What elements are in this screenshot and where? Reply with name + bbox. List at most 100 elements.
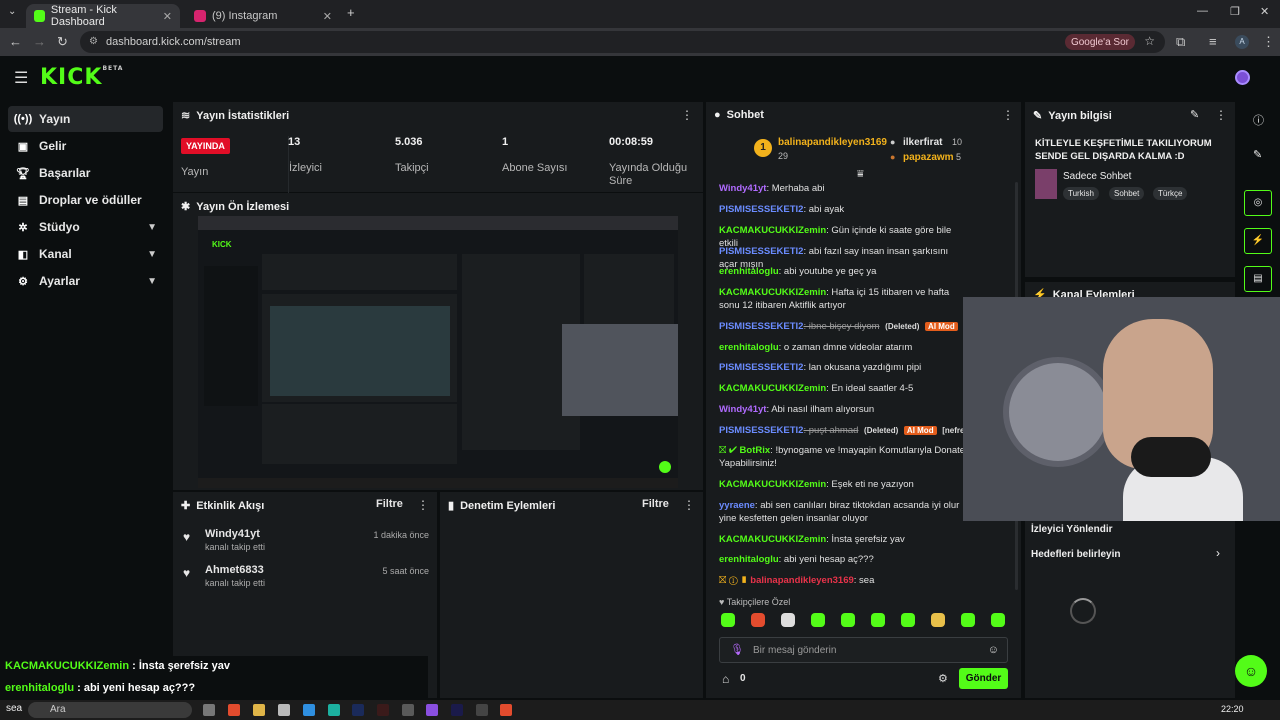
outlook-taskbar-icon[interactable]	[303, 704, 315, 716]
explorer-taskbar-icon[interactable]	[253, 704, 265, 716]
edge-taskbar-icon[interactable]	[328, 704, 340, 716]
chat-username[interactable]: KACMAKUCUKKIZemin	[719, 225, 826, 236]
reload-icon[interactable]: ↻	[57, 34, 68, 50]
sidebar-item-kanal[interactable]: ◧ Kanal ▼	[8, 241, 163, 267]
chat-username[interactable]: BotRix	[740, 445, 771, 456]
stream-info-more-icon[interactable]: ⋮	[1215, 108, 1227, 122]
chat-username[interactable]: KACMAKUCUKKIZemin	[719, 383, 826, 394]
premiere-taskbar-icon[interactable]	[451, 704, 463, 716]
chrome2-taskbar-icon[interactable]	[500, 704, 512, 716]
browser-menu-icon[interactable]: ⋮	[1262, 34, 1275, 50]
chat-username[interactable]: KACMAKUCUKKIZemin	[719, 287, 826, 298]
moderation-more-icon[interactable]: ⋮	[683, 498, 695, 512]
chat-username[interactable]: erenhitaloglu	[719, 342, 779, 353]
tab-search-icon[interactable]: ⌄	[8, 6, 16, 17]
tab-kick-dashboard[interactable]: Stream - Kick Dashboard ✕	[26, 4, 180, 28]
filter-button[interactable]: Filtre	[376, 498, 403, 510]
app2-taskbar-icon[interactable]	[426, 704, 438, 716]
profile-avatar[interactable]: A	[1235, 35, 1249, 49]
forward-icon[interactable]: →	[33, 34, 46, 49]
obs-taskbar-icon[interactable]	[476, 704, 488, 716]
tag-chip[interactable]: Türkçe	[1153, 187, 1188, 200]
emote-icon[interactable]	[841, 613, 855, 627]
app-taskbar-icon[interactable]	[402, 704, 414, 716]
chat-input[interactable]: 🎙︎ Bir mesaj gönderin ☺	[719, 637, 1008, 663]
chat-username[interactable]: PISMISESSEKETI2	[719, 204, 803, 215]
user-avatar[interactable]	[1235, 70, 1250, 85]
chat-username[interactable]: Windy41yt	[719, 404, 766, 415]
chat-username[interactable]: PISMISESSEKETI2	[719, 362, 803, 373]
photoshop-taskbar-icon[interactable]	[352, 704, 364, 716]
chat-username[interactable]: erenhitaloglu	[719, 554, 779, 565]
chat-username[interactable]: PISMISESSEKETI2	[719, 321, 803, 332]
sidebar-item-droplar[interactable]: ▤ Droplar ve ödüller	[8, 187, 163, 213]
notes-button[interactable]: ▤	[1244, 266, 1272, 292]
url-field[interactable]: ⚙ dashboard.kick.com/stream Google'a Sor…	[80, 31, 1165, 53]
chat-username[interactable]: balinapandikleyen3169	[750, 575, 854, 586]
bookmark-star-icon[interactable]: ☆	[1144, 34, 1155, 48]
back-icon[interactable]: ←	[9, 34, 22, 49]
raid-action[interactable]: İzleyici Yönlendir	[1031, 524, 1113, 535]
camera-button[interactable]: ◎	[1244, 190, 1272, 216]
emote-icon[interactable]	[901, 613, 915, 627]
sidebar-item-ayarlar[interactable]: ⚙ Ayarlar ▼	[8, 268, 163, 294]
tag-chip[interactable]: Turkish	[1063, 187, 1099, 200]
chat-username[interactable]: KACMAKUCUKKIZemin	[719, 479, 826, 490]
set-goals-action[interactable]: Hedefleri belirleyin	[1031, 549, 1120, 560]
reading-list-icon[interactable]: ≡	[1209, 34, 1217, 49]
emote-icon[interactable]	[721, 613, 735, 627]
task-view-icon[interactable]	[203, 704, 215, 716]
emote-icon[interactable]	[961, 613, 975, 627]
emote-icon[interactable]	[811, 613, 825, 627]
category-name[interactable]: Sadece Sohbet	[1063, 171, 1131, 182]
chrome-taskbar-icon[interactable]	[228, 704, 240, 716]
event-user[interactable]: Ahmet6833	[205, 564, 264, 576]
sidebar-item-studyo[interactable]: ✲ Stüdyo ▼	[8, 214, 163, 240]
chat-settings-gear-icon[interactable]: ⚙	[938, 672, 948, 685]
chat-username[interactable]: yyraene	[719, 500, 755, 511]
stream-preview-video[interactable]: KICK	[198, 216, 678, 488]
sidebar-item-gelir[interactable]: ▣ Gelir	[8, 133, 163, 159]
sidebar-item-basarilar[interactable]: 🏆︎ Başarılar	[8, 160, 163, 186]
emote-icon[interactable]	[871, 613, 885, 627]
close-window-icon[interactable]: ✕	[1260, 5, 1269, 18]
microphone-icon[interactable]: 🎙︎	[730, 643, 744, 656]
emote-icon[interactable]	[751, 613, 765, 627]
top-gifter-name[interactable]: papazawm	[903, 152, 954, 163]
event-user[interactable]: Windy41yt	[205, 528, 260, 540]
new-tab-icon[interactable]: +	[347, 5, 355, 20]
sidebar-item-yayin[interactable]: ((•)) Yayın	[8, 106, 163, 132]
restore-icon[interactable]: ❐	[1230, 5, 1240, 18]
chat-username[interactable]: PISMISESSEKETI2	[719, 425, 803, 436]
tag-chip[interactable]: Sohbet	[1109, 187, 1145, 200]
filter-button[interactable]: Filtre	[642, 498, 669, 510]
edit-pencil-icon[interactable]: ✎	[1190, 108, 1199, 121]
emote-icon[interactable]	[781, 613, 795, 627]
pencil-icon[interactable]: ✎	[1253, 148, 1262, 161]
chat-username[interactable]: Windy41yt	[719, 183, 766, 194]
chat-username[interactable]: PISMISESSEKETI2	[719, 246, 803, 257]
top-gifter-name[interactable]: ilkerfirat	[903, 137, 942, 148]
info-icon[interactable]: ⓘ	[1253, 112, 1264, 128]
tab-instagram[interactable]: (9) Instagram ✕	[186, 4, 340, 28]
kick-logo[interactable]: KICKBETA	[40, 65, 123, 90]
minimize-icon[interactable]: —	[1197, 5, 1208, 17]
emote-icon[interactable]	[991, 613, 1005, 627]
taskbar-search[interactable]: Ara	[28, 702, 192, 718]
send-button[interactable]: Gönder	[959, 668, 1008, 689]
chat-more-icon[interactable]: ⋮	[1002, 108, 1014, 122]
expand-gifters-icon[interactable]: ⩸	[857, 168, 864, 181]
illustrator-taskbar-icon[interactable]	[377, 704, 389, 716]
extensions-icon[interactable]: ⧉	[1176, 34, 1185, 50]
gift-box-icon[interactable]: ⌂	[722, 672, 729, 686]
support-chat-button[interactable]: ☺	[1235, 655, 1267, 687]
stats-more-icon[interactable]: ⋮	[681, 108, 693, 122]
chat-username[interactable]: erenhitaloglu	[719, 266, 779, 277]
top-gifter-name[interactable]: balinapandikleyen3169	[778, 137, 887, 148]
event-more-icon[interactable]: ⋮	[417, 498, 429, 512]
chevron-right-icon[interactable]: ›	[1216, 546, 1220, 560]
bolt-button[interactable]: ⚡	[1244, 228, 1272, 254]
hamburger-menu-icon[interactable]: ☰	[14, 68, 28, 88]
close-tab-icon[interactable]: ✕	[163, 10, 172, 23]
emote-icon[interactable]	[931, 613, 945, 627]
